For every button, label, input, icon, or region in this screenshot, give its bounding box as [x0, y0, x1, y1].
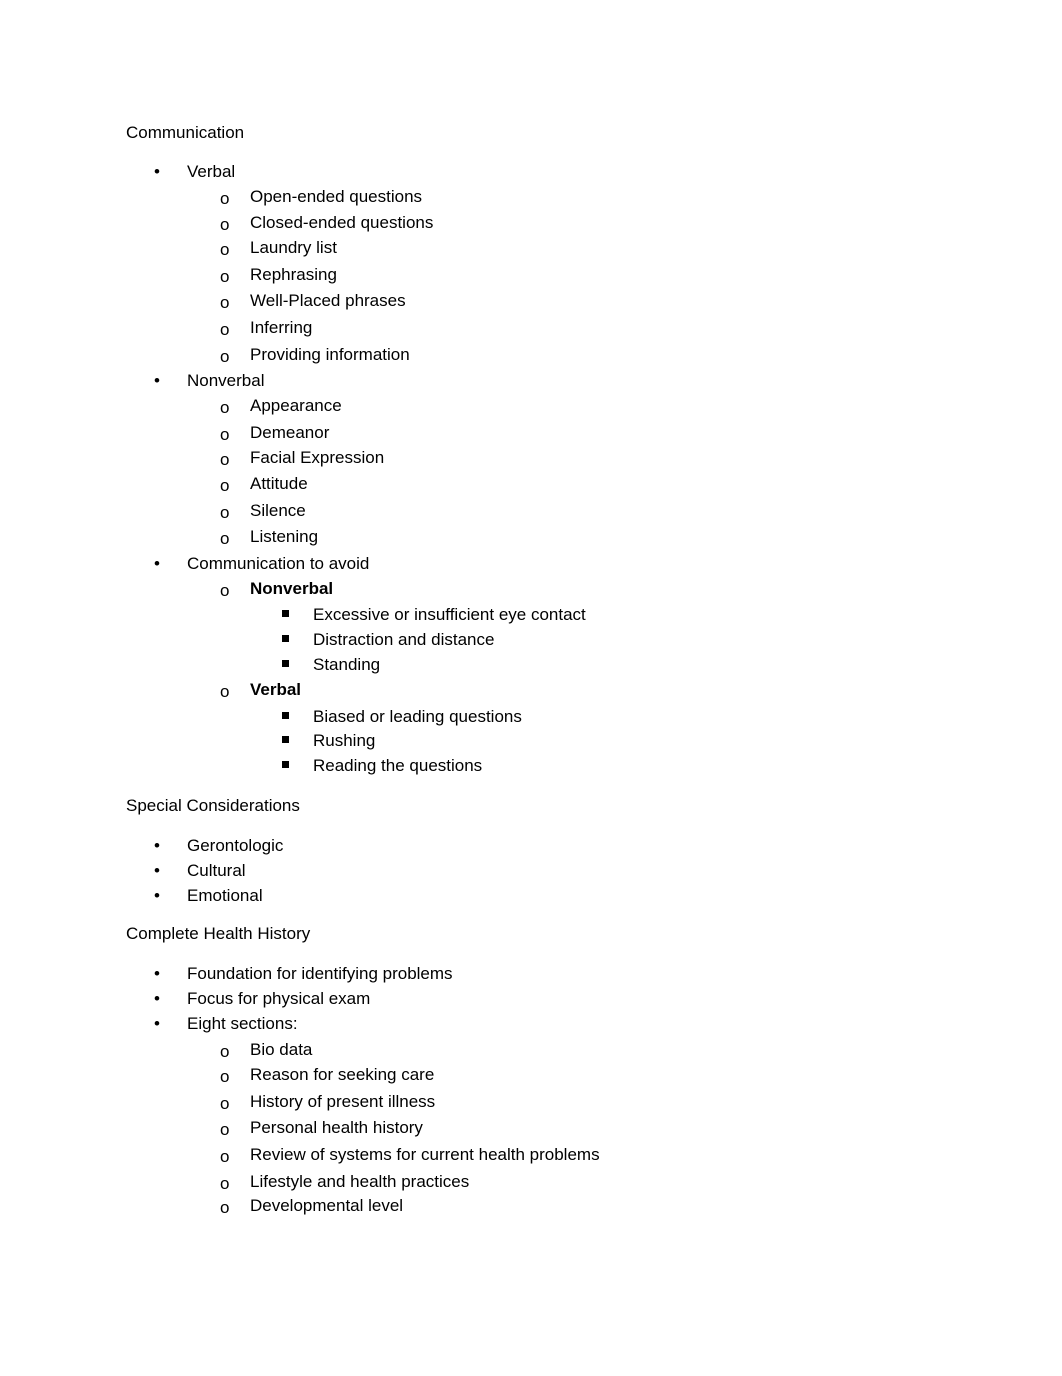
circle-bullet-icon: o	[220, 529, 230, 548]
circle-bullet-icon: o	[220, 215, 230, 234]
bullet-icon: •	[154, 371, 160, 390]
circle-bullet-icon: o	[220, 1042, 230, 1061]
circle-bullet-icon: o	[220, 240, 230, 259]
circle-bullet-icon: o	[220, 1120, 230, 1139]
bullet-icon: •	[154, 1014, 160, 1033]
circle-bullet-icon: o	[220, 189, 230, 208]
bullet-icon: •	[154, 554, 160, 573]
square-bullet-icon	[282, 712, 289, 719]
circle-bullet-icon: o	[220, 320, 230, 339]
bullet-icon: •	[154, 861, 160, 880]
bullet-icon: •	[154, 989, 160, 1008]
circle-bullet-icon: o	[220, 398, 230, 417]
square-bullet-icon	[282, 635, 289, 642]
circle-bullet-icon: o	[220, 450, 230, 469]
bullet-icon: •	[154, 964, 160, 983]
section-heading: Communication	[126, 123, 245, 142]
bullet-icon: •	[154, 836, 160, 855]
circle-bullet-icon: o	[220, 682, 230, 701]
circle-bullet-icon: o	[220, 425, 230, 444]
circle-bullet-icon: o	[220, 347, 230, 366]
square-bullet-icon	[282, 660, 289, 667]
bullet-icon: •	[154, 162, 160, 181]
circle-bullet-icon: o	[220, 1094, 230, 1113]
square-bullet-icon	[282, 736, 289, 743]
section-heading: Special Considerations	[126, 796, 300, 815]
circle-bullet-icon: o	[220, 581, 230, 600]
circle-bullet-icon: o	[220, 476, 230, 495]
section-heading: Complete Health History	[126, 924, 311, 943]
circle-bullet-icon: o	[220, 1198, 230, 1217]
circle-bullet-icon: o	[220, 503, 230, 522]
circle-bullet-icon: o	[220, 1147, 230, 1166]
square-bullet-icon	[282, 761, 289, 768]
circle-bullet-icon: o	[220, 293, 230, 312]
square-bullet-icon	[282, 610, 289, 617]
circle-bullet-icon: o	[220, 1174, 230, 1193]
circle-bullet-icon: o	[220, 267, 230, 286]
bullet-icon: •	[154, 886, 160, 905]
circle-bullet-icon: o	[220, 1067, 230, 1086]
